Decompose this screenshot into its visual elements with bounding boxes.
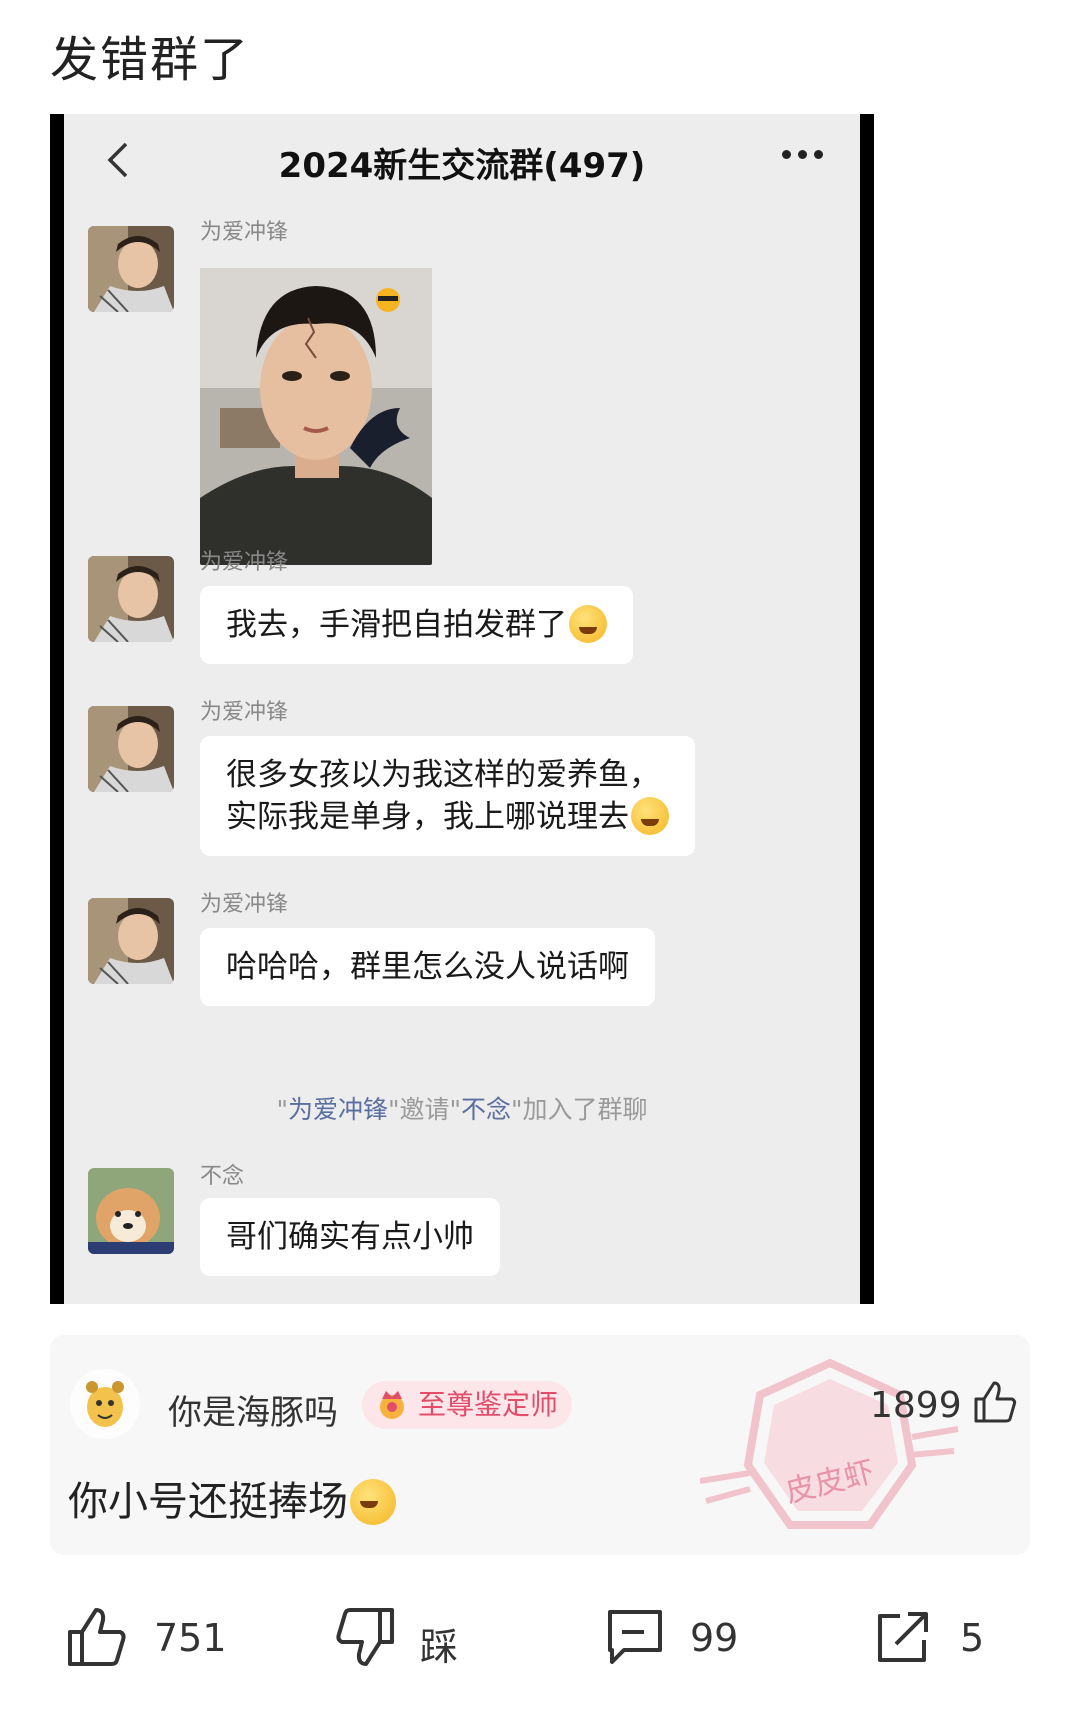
- avatar[interactable]: [88, 898, 174, 984]
- message-text: 我去，手滑把自拍发群了: [226, 607, 567, 643]
- selfie-photo[interactable]: [200, 268, 432, 565]
- message-text: 哈哈哈，群里怎么没人说话啊: [226, 949, 629, 985]
- sender-name: 为爱冲锋: [200, 550, 289, 575]
- avatar[interactable]: [88, 226, 174, 312]
- avatar[interactable]: [88, 706, 174, 792]
- comment-count[interactable]: 99: [690, 1616, 738, 1660]
- sender-name: 为爱冲锋: [200, 700, 289, 725]
- message-bubble[interactable]: 哥们确实有点小帅: [200, 1198, 500, 1276]
- dislike-label[interactable]: 踩: [420, 1616, 458, 1671]
- share-count[interactable]: 5: [960, 1616, 984, 1660]
- message-bubble[interactable]: 很多女孩以为我这样的爱养鱼， 实际我是单身，我上哪说理去: [200, 736, 695, 856]
- like-count[interactable]: 751: [154, 1616, 227, 1660]
- message-bubble[interactable]: 哈哈哈，群里怎么没人说话啊: [200, 928, 655, 1006]
- comment-card[interactable]: 你是海豚吗 至尊鉴定师 皮皮虾 1899 你小号还挺捧场: [50, 1335, 1030, 1555]
- message-line: 很多女孩以为我这样的爱养鱼，: [226, 757, 660, 793]
- message-line: 实际我是单身，我上哪说理去: [226, 799, 629, 835]
- more-dots-icon[interactable]: [782, 150, 826, 164]
- invitee-link[interactable]: 不念: [461, 1095, 511, 1124]
- laughing-tears-emoji: [350, 1479, 396, 1525]
- weary-emoji: [631, 797, 669, 835]
- laughing-crying-emoji: [569, 605, 607, 643]
- share-icon[interactable]: [872, 1606, 934, 1668]
- message-bubble[interactable]: 我去，手滑把自拍发群了: [200, 586, 633, 664]
- badge-label: 至尊鉴定师: [418, 1388, 559, 1421]
- chat-screenshot: 2024新生交流群(497) 为爱冲锋 为爱冲锋 我去，手滑把自拍发群了 为爱冲…: [50, 114, 874, 1304]
- thumbs-up-icon[interactable]: [66, 1606, 128, 1668]
- commenter-username[interactable]: 你是海豚吗: [168, 1385, 338, 1434]
- comment-bubble-icon[interactable]: [604, 1606, 666, 1668]
- inviter-link[interactable]: 为爱冲锋: [288, 1095, 388, 1124]
- pipixia-stamp-watermark: [700, 1358, 959, 1529]
- comment-like-count: 1899: [870, 1385, 962, 1426]
- post-title: 发错群了: [50, 32, 251, 88]
- message-text: 哥们确实有点小帅: [226, 1219, 474, 1255]
- crown-badge-icon: [380, 1391, 404, 1419]
- sender-name: 为爱冲锋: [200, 220, 289, 245]
- chat-header: 2024新生交流群(497): [64, 114, 860, 204]
- comment-text: 你小号还挺捧场: [68, 1469, 396, 1527]
- sender-name: 为爱冲锋: [200, 892, 289, 917]
- sender-name: 不念: [200, 1164, 245, 1189]
- thumbs-up-icon[interactable]: [972, 1379, 1018, 1425]
- chat-title: 2024新生交流群(497): [278, 146, 646, 186]
- commenter-avatar[interactable]: [70, 1369, 140, 1439]
- avatar[interactable]: [88, 556, 174, 642]
- user-badge: 至尊鉴定师: [362, 1381, 573, 1429]
- action-bar: 751 踩 99 5: [0, 1590, 1076, 1690]
- avatar[interactable]: [88, 1168, 174, 1254]
- thumbs-down-icon[interactable]: [334, 1606, 396, 1668]
- system-note: "为爱冲锋"邀请"不念"加入了群聊: [276, 1095, 648, 1124]
